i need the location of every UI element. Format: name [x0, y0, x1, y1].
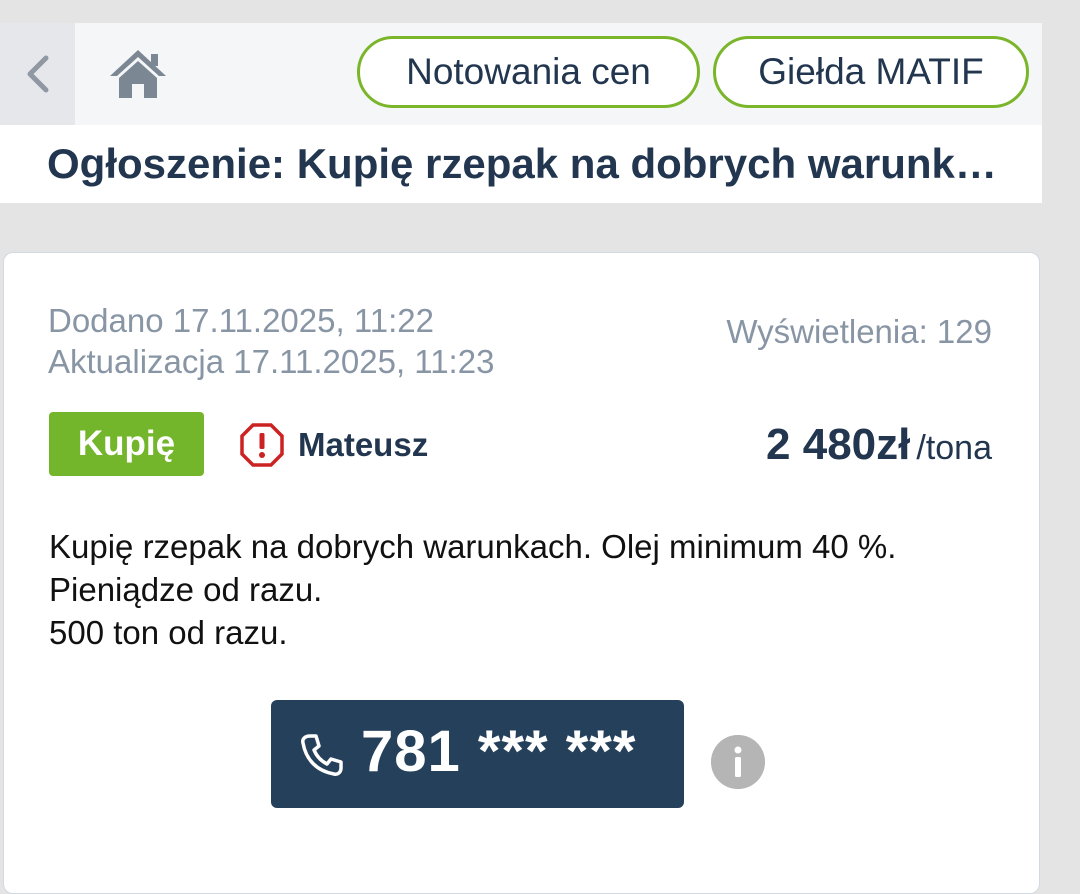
- show-phone-button[interactable]: 781 *** ***: [271, 700, 684, 808]
- listing-description: Kupię rzepak na dobrych warunkach. Olej …: [49, 525, 1009, 654]
- matif-exchange-link[interactable]: Giełda MATIF: [713, 36, 1029, 108]
- home-button[interactable]: [104, 47, 172, 101]
- home-icon: [110, 50, 166, 98]
- top-navigation-bar: Notowania cen Giełda MATIF: [0, 23, 1042, 125]
- view-count: Wyświetlenia: 129: [726, 313, 992, 350]
- back-button[interactable]: [0, 23, 75, 125]
- price: 2 480zł/tona: [766, 420, 992, 470]
- info-icon[interactable]: [711, 735, 765, 789]
- description-line: Kupię rzepak na dobrych warunkach. Olej …: [49, 528, 897, 565]
- description-line: 500 ton od razu.: [49, 614, 288, 651]
- page-title: Ogłoszenie: Kupię rzepak na dobrych waru…: [47, 140, 1012, 187]
- listing-dates: Dodano 17.11.2025, 11:22 Aktualizacja 17…: [48, 300, 494, 382]
- phone-icon: [301, 734, 343, 776]
- phone-number: 781 *** ***: [361, 719, 637, 784]
- price-unit: /tona: [916, 429, 992, 467]
- price-value: 2 480zł: [766, 420, 911, 469]
- added-date: Dodano 17.11.2025, 11:22: [48, 302, 434, 339]
- chevron-left-icon: [27, 55, 48, 93]
- listing-type-badge: Kupię: [49, 412, 204, 476]
- author-name[interactable]: Mateusz: [298, 426, 428, 464]
- description-line: Pieniądze od razu.: [49, 571, 323, 608]
- updated-date: Aktualizacja 17.11.2025, 11:23: [48, 343, 495, 380]
- price-quotes-link[interactable]: Notowania cen: [357, 36, 700, 108]
- report-warning-icon[interactable]: [240, 423, 284, 467]
